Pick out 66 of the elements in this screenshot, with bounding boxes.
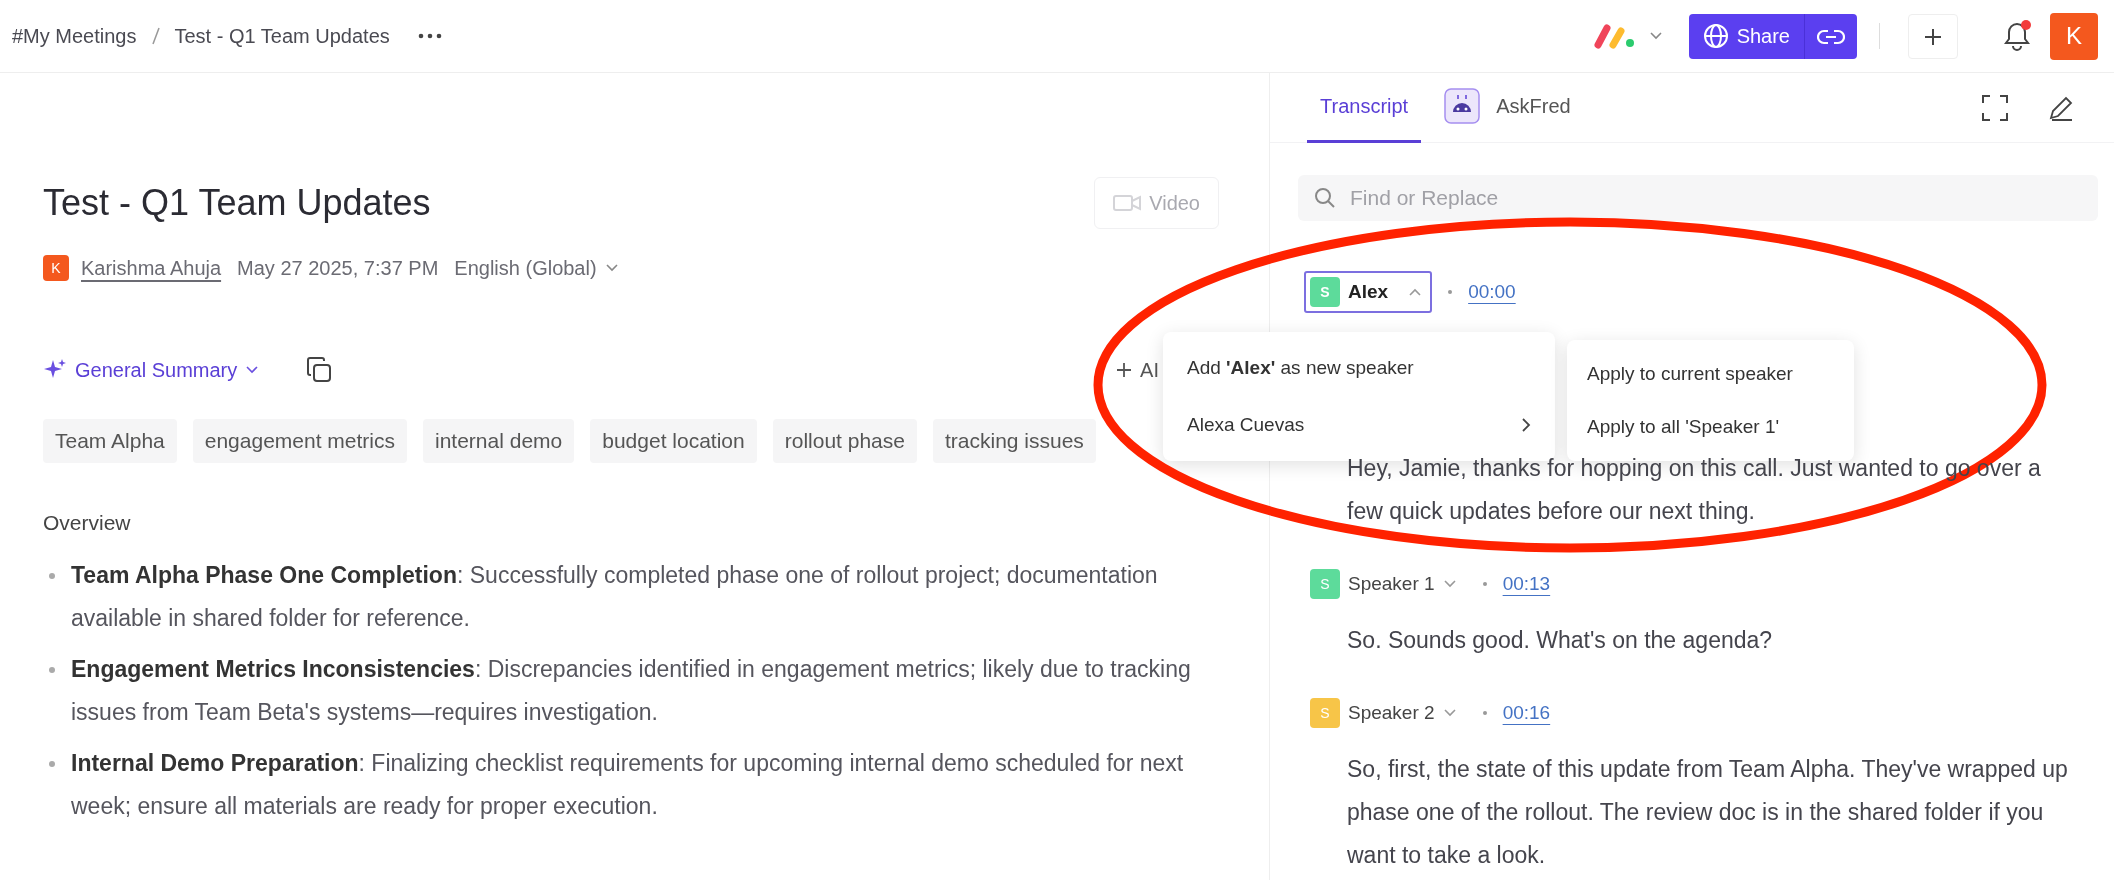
- topic-tag[interactable]: tracking issues: [932, 419, 1096, 463]
- add-button[interactable]: [1908, 13, 1958, 59]
- topic-tag[interactable]: engagement metrics: [192, 419, 407, 463]
- notification-bell-icon[interactable]: [2002, 20, 2032, 52]
- chevron-icon: [1648, 31, 1663, 41]
- transcript-text: So, first, the state of this update from Team Alpha. They've wrapped up phase one of the rollout. The review doc is in the shared folder if you want to take a look.: [1346, 755, 2069, 870]
- bullet-text: Team Alpha Phase One Completion: Successfully completed phase one of rollout project; documentation available in shared folder for reference.: [71, 561, 1159, 633]
- separator-dot: [1482, 582, 1487, 586]
- fullscreen-icon[interactable]: [1982, 94, 2008, 121]
- chevron-icon: [1442, 708, 1457, 718]
- separator-dot: [1448, 290, 1453, 294]
- owner-link[interactable]: Karishma Ahuja: [81, 253, 222, 283]
- menu-item[interactable]: Apply to current speaker: [1567, 348, 1854, 401]
- ai-button[interactable]: AI: [1116, 355, 1159, 385]
- plus-icon: [1116, 362, 1133, 378]
- summary-type-dropdown[interactable]: General Summary: [43, 355, 260, 385]
- timestamp-link[interactable]: 00:16: [1502, 698, 1551, 728]
- link-icon: [1817, 28, 1845, 45]
- speaker-avatar: S: [1310, 277, 1340, 307]
- app-logo[interactable]: [1592, 23, 1637, 49]
- share-button[interactable]: Share: [1688, 13, 1804, 59]
- chevron-icon: [1408, 287, 1423, 297]
- menu-item[interactable]: Add 'Alex' as new speaker: [1163, 340, 1555, 397]
- speaker-dropdown[interactable]: S Speaker 2: [1304, 692, 1467, 734]
- link-button[interactable]: [1804, 13, 1857, 59]
- breadcrumb-link[interactable]: #My Meetings: [12, 21, 137, 51]
- transcript-text: So. Sounds good. What's on the agenda?: [1346, 626, 1774, 655]
- separator-dot: [1482, 711, 1487, 715]
- copy-icon[interactable]: [305, 356, 334, 384]
- section-heading: Overview: [43, 509, 132, 536]
- speaker-dropdown[interactable]: S Speaker 1: [1304, 563, 1467, 605]
- speaker-avatar: S: [1310, 698, 1340, 728]
- topic-tag[interactable]: internal demo: [423, 419, 575, 463]
- more-icon[interactable]: [417, 33, 442, 39]
- bullet-text: Engagement Metrics Inconsistencies: Discrepancies identified in engagement metrics; likely due to tracking issues from Team Beta's systems—requires investigation.: [71, 655, 1192, 727]
- meeting-title: Test - Q1 Team Updates: [43, 181, 431, 225]
- edit-icon[interactable]: [2048, 94, 2074, 121]
- robot-icon: [1444, 88, 1481, 124]
- language-dropdown[interactable]: English (Global): [454, 253, 619, 283]
- globe-icon: [1702, 23, 1729, 49]
- search-icon: [1314, 187, 1336, 209]
- transcript-tab[interactable]: Transcript: [1307, 72, 1422, 143]
- chevron-icon: [1442, 579, 1457, 589]
- topic-tag[interactable]: Team Alpha: [43, 419, 177, 463]
- breadcrumb-link[interactable]: Test - Q1 Team Updates: [174, 21, 390, 51]
- bullet-dot: [49, 761, 55, 767]
- search-field[interactable]: Find or Replace: [1298, 175, 2098, 221]
- timestamp-link[interactable]: 00:00: [1468, 277, 1516, 307]
- speaker-avatar: S: [1310, 569, 1340, 599]
- bullet-dot: [49, 573, 55, 579]
- topic-tag[interactable]: rollout phase: [772, 419, 917, 463]
- bullet-dot: [49, 667, 55, 673]
- video-camera-icon: [1113, 193, 1142, 213]
- menu-item[interactable]: Apply to all 'Speaker 1': [1567, 400, 1854, 453]
- owner-avatar: K: [43, 255, 69, 281]
- meeting-date: May 27 2025, 7:37 PM: [237, 256, 439, 281]
- plus-icon: [1923, 26, 1943, 47]
- bullet-text: Internal Demo Preparation: Finalizing checklist requirements for upcoming internal demo scheduled for next week; ensure all materials are ready for proper execution.: [71, 749, 1185, 821]
- chevron-icon: [245, 365, 260, 375]
- speaker-dropdown[interactable]: S Alex: [1304, 271, 1433, 313]
- topic-tag[interactable]: budget location: [590, 419, 757, 463]
- breadcrumb-separator: [150, 26, 161, 46]
- timestamp-link[interactable]: 00:13: [1502, 569, 1551, 599]
- chevron-icon: [604, 263, 619, 273]
- transcript-tab[interactable]: AskFred: [1431, 72, 1584, 143]
- menu-item[interactable]: Alexa Cuevas: [1163, 396, 1555, 453]
